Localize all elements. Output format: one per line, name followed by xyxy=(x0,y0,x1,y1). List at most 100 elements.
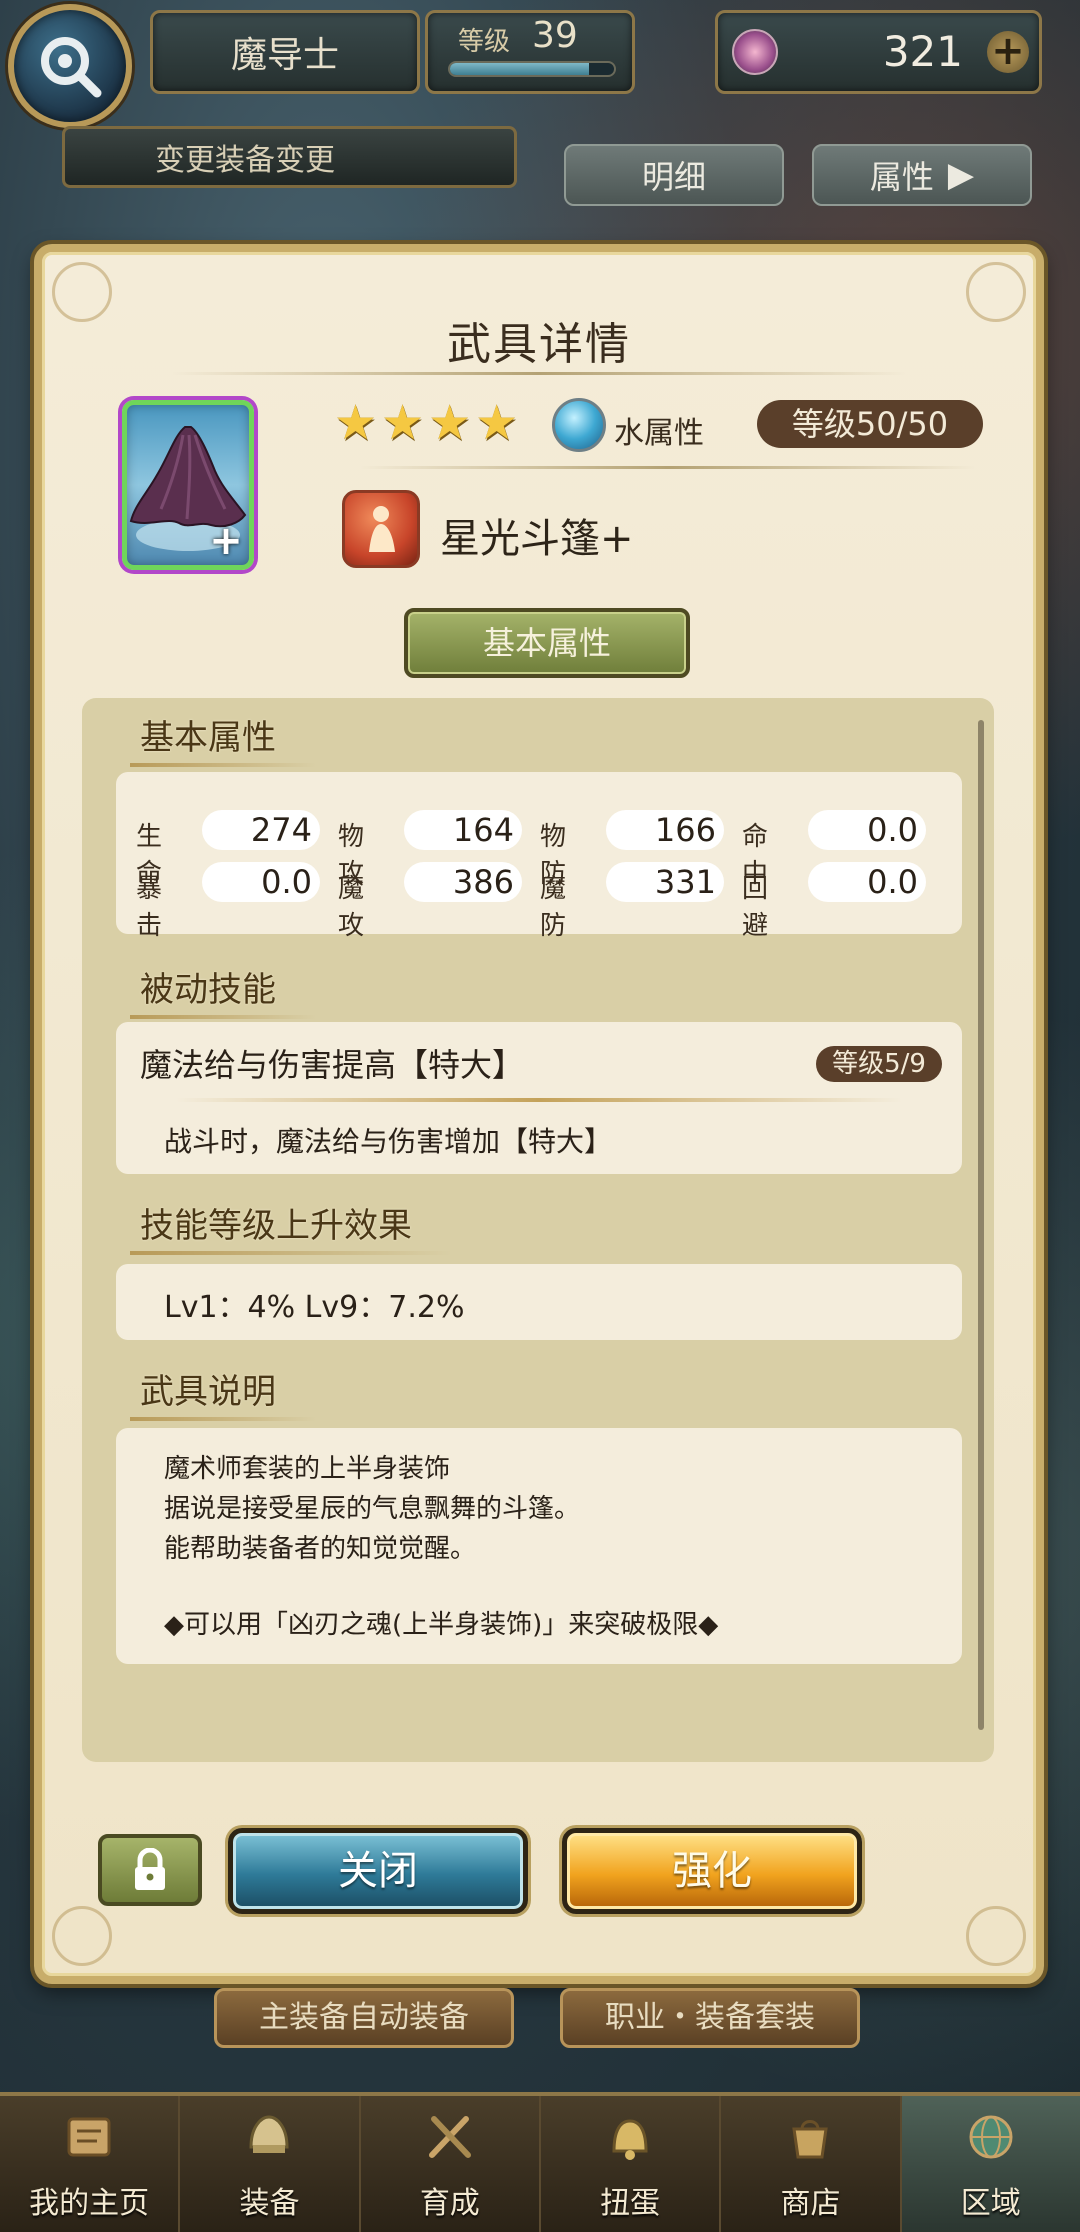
stat-label: 回避 xyxy=(742,874,769,941)
water-element-icon xyxy=(552,398,606,452)
basic-attributes-tab[interactable]: 基本属性 xyxy=(404,608,690,678)
add-gems-button[interactable]: + xyxy=(987,31,1029,73)
nav-home[interactable]: 我的主页 xyxy=(0,2096,181,2232)
play-arrow-icon: ▶ xyxy=(947,155,975,195)
stat-value: 331 xyxy=(606,862,724,902)
nav-area[interactable]: 区域 xyxy=(901,2096,1080,2232)
description-card: 魔术师套装的上半身装饰 据说是接受星辰的气息飘舞的斗篷。 能帮助装备者的知觉觉醒… xyxy=(116,1428,962,1664)
home-scroll-icon xyxy=(54,2102,124,2172)
detail-scroll-area[interactable]: 基本属性 生命 274 物攻 164 物防 166 命中 0.0 暴击 0.0 魔攻 386 魔防 331… xyxy=(82,698,994,1762)
gem-count: 321 xyxy=(882,27,963,76)
level-progress-bar xyxy=(448,61,616,77)
skill-divider xyxy=(176,1098,902,1102)
description-line: 据说是接受星辰的气息飘舞的斗篷。 xyxy=(164,1494,581,1524)
close-button-label: 关闭 xyxy=(338,1848,418,1894)
passive-skill-card: 魔法给与伤害提高【特大】 等级5/9 战斗时，魔法给与伤害增加【特大】 xyxy=(116,1022,962,1174)
stat-value: 164 xyxy=(404,810,522,850)
close-button[interactable]: 关闭 xyxy=(228,1828,528,1914)
equipment-helmet-icon xyxy=(234,2102,304,2172)
stat-label: 暴击 xyxy=(136,874,163,941)
stat-value: 0.0 xyxy=(808,810,926,850)
skill-level-badge: 等级5/9 xyxy=(816,1046,942,1082)
equipment-level-badge: 等级50/50 xyxy=(757,400,983,448)
stat-value: 166 xyxy=(606,810,724,850)
equipment-thumbnail: + xyxy=(122,400,254,570)
bottom-navigation: 我的主页 装备 育成 扭蛋 商店 区域 xyxy=(0,2092,1080,2232)
description-line: 能帮助装备者的知觉觉醒。 xyxy=(164,1534,477,1564)
section-heading-skill-up: 技能等级上升效果 xyxy=(130,1198,452,1255)
gem-currency-box: 321 + xyxy=(715,10,1042,94)
star-icon: ★ xyxy=(428,395,472,451)
subtitle-divider xyxy=(360,466,976,469)
skill-description: 战斗时，魔法给与伤害增加【特大】 xyxy=(164,1125,613,1158)
change-equipment-button[interactable]: 变更装备变更 xyxy=(62,126,517,188)
nav-label: 装备 xyxy=(239,2186,300,2221)
auto-equip-label: 主装备自动装备 xyxy=(259,2000,469,2035)
stat-value: 274 xyxy=(202,810,320,850)
change-equipment-label: 变更装备变更 xyxy=(155,143,335,178)
detail-tab[interactable]: 明细 xyxy=(564,144,784,206)
stat-label: 魔攻 xyxy=(338,874,365,941)
search-magnifier-button[interactable] xyxy=(8,4,132,128)
element-label: 水属性 xyxy=(614,416,704,451)
skill-name: 魔法给与伤害提高【特大】 xyxy=(140,1046,525,1084)
nav-gacha[interactable]: 扭蛋 xyxy=(541,2096,722,2232)
job-name: 魔导士 xyxy=(230,35,339,76)
section-heading-passive: 被动技能 xyxy=(130,962,316,1019)
stats-table: 生命 274 物攻 164 物防 166 命中 0.0 暴击 0.0 魔攻 386 魔防 331 回避 0.0 xyxy=(116,772,962,941)
skill-up-card: Lv1：4% Lv9：7.2% xyxy=(116,1264,962,1340)
training-swords-icon xyxy=(415,2102,485,2172)
job-equipment-set-label: 职业・装备套装 xyxy=(605,2000,815,2035)
corner-ornament xyxy=(966,1906,1026,1966)
padlock-icon xyxy=(135,1848,165,1890)
stat-value: 0.0 xyxy=(202,862,320,902)
stat-value: 386 xyxy=(404,862,522,902)
cloak-type-icon xyxy=(342,490,420,568)
nav-label: 商店 xyxy=(780,2186,841,2221)
nav-training[interactable]: 育成 xyxy=(361,2096,541,2232)
nav-label: 扭蛋 xyxy=(600,2186,661,2221)
level-value: 39 xyxy=(532,15,578,56)
description-line: ◆可以用「凶刃之魂(上半身装饰)」来突破极限◆ xyxy=(164,1610,719,1640)
plus-badge-icon: + xyxy=(209,518,243,564)
area-globe-icon xyxy=(956,2102,1026,2172)
section-heading-description: 武具说明 xyxy=(130,1364,316,1421)
enhance-button-label: 强化 xyxy=(672,1848,752,1894)
stat-label: 魔防 xyxy=(540,874,567,941)
corner-ornament xyxy=(52,1906,112,1966)
attribute-tab[interactable]: 属性 ▶ xyxy=(812,144,1032,206)
nav-equipment[interactable]: 装备 xyxy=(180,2096,361,2232)
equipment-name: 星光斗篷+ xyxy=(440,516,634,562)
scrollbar[interactable] xyxy=(978,720,984,1730)
job-name-box: 魔导士 xyxy=(150,10,420,94)
nav-shop[interactable]: 商店 xyxy=(721,2096,902,2232)
star-icon: ★ xyxy=(334,395,378,451)
level-progress-fill xyxy=(450,63,590,75)
stat-value: 0.0 xyxy=(808,862,926,902)
job-equipment-set-button[interactable]: 职业・装备套装 xyxy=(560,1988,860,2048)
weapon-detail-dialog: 武具详情 + ★ ★ ★ ★ 水属性 等级50/50 星光斗篷+ 基本属性 基本属性 … xyxy=(34,244,1044,1984)
figure-icon xyxy=(369,506,395,552)
skill-up-values: Lv1：4% Lv9：7.2% xyxy=(164,1290,465,1325)
basic-attributes-tab-label: 基本属性 xyxy=(482,624,611,662)
description-line: 魔术师套装的上半身装饰 xyxy=(164,1454,451,1484)
nav-label: 区域 xyxy=(960,2186,1021,2221)
dialog-title: 武具详情 xyxy=(447,319,631,370)
player-level-box: 等级 39 xyxy=(425,10,635,94)
title-divider xyxy=(172,372,906,375)
attribute-tab-label: 属性 xyxy=(869,158,934,196)
auto-equip-button[interactable]: 主装备自动装备 xyxy=(214,1988,514,2048)
lock-button[interactable] xyxy=(98,1834,202,1906)
nav-label: 育成 xyxy=(419,2186,480,2221)
star-icon: ★ xyxy=(475,395,519,451)
enhance-button[interactable]: 强化 xyxy=(562,1828,862,1914)
gacha-bell-icon xyxy=(595,2102,665,2172)
gem-icon xyxy=(732,29,778,75)
section-heading-basic: 基本属性 xyxy=(130,710,316,767)
shop-bag-icon xyxy=(775,2102,845,2172)
detail-tab-label: 明细 xyxy=(641,158,706,196)
rarity-stars: ★ ★ ★ ★ xyxy=(334,398,518,448)
magnifier-icon xyxy=(41,37,102,98)
nav-label: 我的主页 xyxy=(29,2186,150,2221)
level-label: 等级 xyxy=(458,27,511,57)
